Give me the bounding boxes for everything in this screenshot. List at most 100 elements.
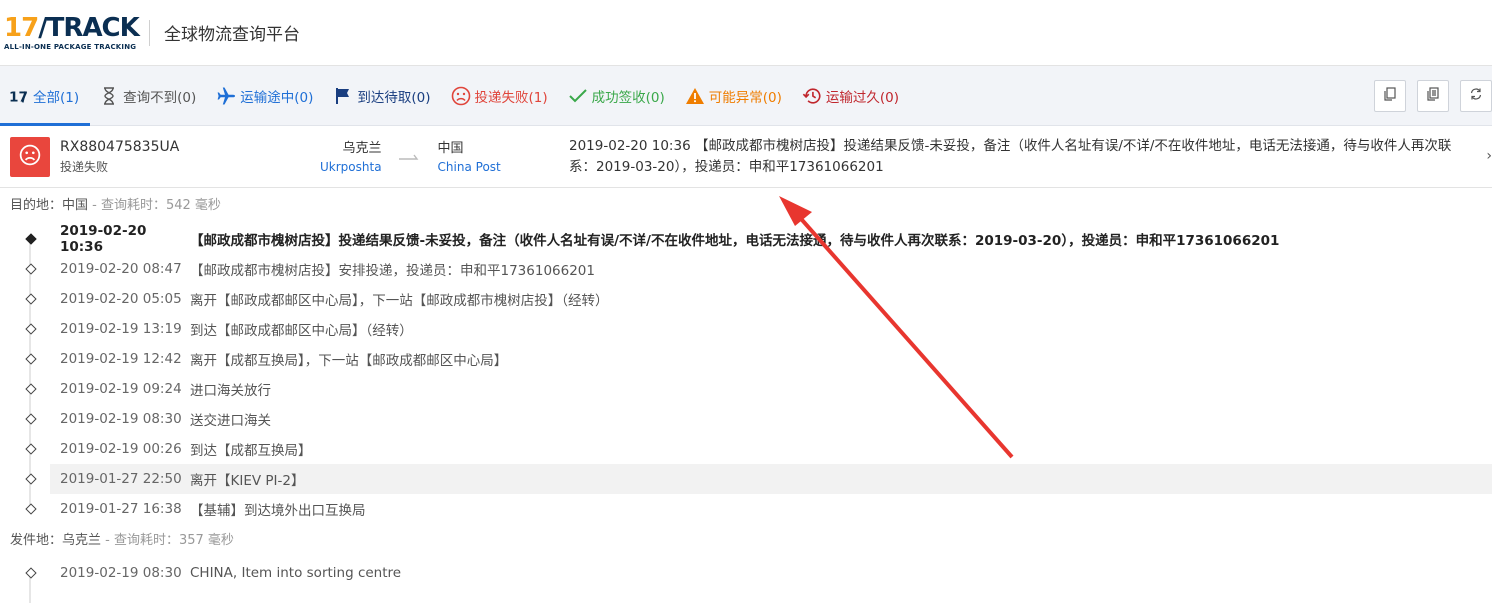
destination-query-time: - 查询耗时：542 毫秒 [88, 198, 221, 213]
event-time: 2019-02-20 08:47 [60, 261, 182, 277]
tab-label: 成功签收(0) [591, 89, 665, 106]
event-time: 2019-02-19 08:30 [60, 565, 182, 581]
clock-history-icon [802, 86, 822, 106]
event-row-hovered: 2019-01-27 22:50 离开【KIEV PI-2】 [25, 464, 1492, 494]
timeline-node [0, 558, 60, 588]
header-divider [149, 19, 150, 46]
refresh-button[interactable] [1460, 80, 1492, 112]
event-row: 2019-02-19 13:19 到达【邮政成都邮区中心局】（经转） [0, 314, 1492, 344]
diamond-icon [25, 443, 37, 455]
17track-logo[interactable]: 17/TRACK ALL-IN-ONE PACKAGE TRACKING [4, 12, 140, 51]
event-description: 到达【成都互换局】 [190, 443, 312, 459]
diamond-icon [25, 383, 37, 395]
tracking-info: RX880475835UA 投递失败 [60, 138, 250, 175]
tab-delivered[interactable]: 成功签收(0) [559, 66, 676, 125]
timeline-node [0, 434, 60, 464]
status-badge [10, 136, 50, 177]
toolbar [1374, 80, 1492, 112]
hourglass-icon [99, 86, 119, 106]
event-description: 到达【邮政成都邮区中心局】（经转） [190, 323, 413, 339]
diamond-icon [25, 263, 37, 275]
origin-events: 2019-02-19 08:30 CHINA, Item into sortin… [0, 558, 1492, 603]
app-header: 17/TRACK ALL-IN-ONE PACKAGE TRACKING 全球物… [0, 0, 1492, 66]
timeline-node [0, 314, 60, 344]
route: 乌克兰 Ukrposhta 中国 China Post [320, 140, 501, 174]
event-description: 离开【成都互换局】，下一站【邮政成都邮区中心局】 [190, 353, 508, 369]
timeline-node [0, 494, 60, 524]
dest-carrier-link[interactable]: China Post [438, 160, 501, 174]
chevron-right-icon[interactable]: › [1486, 148, 1492, 164]
tab-label: 运输途中(0) [240, 89, 314, 106]
destination-events: 2019-02-20 10:36 【邮政成都市槐树店投】投递结果反馈-未妥投，备… [0, 223, 1492, 524]
diamond-icon [25, 233, 37, 245]
dest-country: 中国 [437, 140, 464, 156]
destination-section-header: 目的地：中国 - 查询耗时：542 毫秒 [0, 188, 1492, 224]
copy-detail-icon [1426, 87, 1440, 105]
event-description: 【邮政成都市槐树店投】投递结果反馈-未妥投，备注（收件人名址有误/不详/不在收件… [190, 233, 1280, 249]
timeline-node [0, 374, 60, 404]
copy-icon [1383, 87, 1397, 105]
event-description: 进口海关放行 [190, 383, 271, 399]
event-row: 2019-02-19 12:42 离开【成都互换局】，下一站【邮政成都邮区中心局… [0, 344, 1492, 374]
origin: 乌克兰 Ukrposhta [320, 140, 382, 174]
event-time: 2019-01-27 16:38 [60, 501, 182, 517]
airplane-icon [216, 86, 236, 106]
logo-wordmark: 17/TRACK [4, 12, 140, 43]
origin-label: 发件地：乌克兰 [10, 533, 102, 548]
tab-not-found[interactable]: 查询不到(0) [90, 66, 207, 125]
tab-alert[interactable]: 可能异常(0) [676, 66, 793, 125]
event-time: 2019-02-19 08:30 [60, 411, 182, 427]
event-row: 2019-02-19 08:30 送交进口海关 [0, 404, 1492, 434]
diamond-icon [25, 293, 37, 305]
event-description: 送交进口海关 [190, 413, 271, 429]
diamond-icon [25, 323, 37, 335]
copy-button[interactable] [1374, 80, 1406, 112]
event-description: 【基辅】到达境外出口互换局 [190, 503, 366, 519]
tab-label: 全部(1) [33, 89, 80, 106]
event-row: 2019-02-20 10:36 【邮政成都市槐树店投】投递结果反馈-未妥投，备… [0, 223, 1492, 255]
event-time: 2019-02-20 05:05 [60, 291, 182, 307]
logo-tagline: ALL-IN-ONE PACKAGE TRACKING [4, 42, 137, 51]
origin-query-time: - 查询耗时：357 毫秒 [101, 533, 234, 548]
origin-country: 乌克兰 [342, 140, 382, 156]
tab-label: 到达待取(0) [357, 89, 431, 106]
tracking-number[interactable]: RX880475835UA [60, 138, 250, 156]
diamond-icon [25, 567, 37, 579]
timeline-node [0, 254, 60, 284]
event-row: 2019-02-19 00:26 到达【成都互换局】 [0, 434, 1492, 464]
origin-carrier-link[interactable]: Ukrposhta [320, 160, 382, 174]
diamond-icon [25, 353, 37, 365]
tab-expired[interactable]: 运输过久(0) [793, 66, 910, 125]
tab-delivery-failed[interactable]: 投递失败(1) [442, 66, 559, 125]
timeline-node [0, 224, 60, 254]
tab-label: 查询不到(0) [123, 89, 197, 106]
copy-details-button[interactable] [1417, 80, 1449, 112]
tab-label: 投递失败(1) [474, 89, 548, 106]
page-title: 全球物流查询平台 [164, 25, 300, 45]
tab-all[interactable]: 17 全部(1) [0, 66, 91, 126]
timeline-node [0, 404, 60, 434]
tab-label: 运输过久(0) [825, 89, 899, 106]
event-time: 2019-02-19 00:26 [60, 441, 182, 457]
timeline-node [0, 344, 60, 374]
flag-icon [333, 86, 353, 106]
event-description: 【邮政成都市槐树店投】安排投递，投递员：申和平17361066201 [190, 263, 595, 279]
refresh-icon [1469, 87, 1483, 105]
latest-event: 2019-02-20 10:36 【邮政成都市槐树店投】投递结果反馈-未妥投，备… [569, 138, 1452, 175]
tracking-summary-row[interactable]: RX880475835UA 投递失败 乌克兰 Ukrposhta 中国 Chin… [0, 126, 1492, 188]
warning-icon [685, 86, 705, 106]
tab-pickup[interactable]: 到达待取(0) [324, 66, 441, 125]
17-logo-icon: 17 [9, 86, 29, 106]
diamond-icon [25, 503, 37, 515]
event-row: 2019-01-27 16:38 【基辅】到达境外出口互换局 [0, 494, 1492, 524]
route-arrow-icon [392, 150, 428, 164]
status-filter-tabs: 17 全部(1) 查询不到(0) 运输途中(0) 到达待取(0) 投递失败(1)… [0, 66, 1492, 126]
timeline-node [0, 284, 60, 314]
destination-label: 目的地：中国 [10, 198, 89, 213]
event-description: 离开【邮政成都邮区中心局】，下一站【邮政成都市槐树店投】（经转） [190, 293, 609, 309]
tab-in-transit[interactable]: 运输途中(0) [207, 66, 324, 125]
checkmark-icon [568, 86, 588, 106]
event-description: CHINA, Item into sorting centre [190, 565, 402, 581]
event-time: 2019-02-19 09:24 [60, 381, 182, 397]
tab-label: 可能异常(0) [708, 89, 782, 106]
